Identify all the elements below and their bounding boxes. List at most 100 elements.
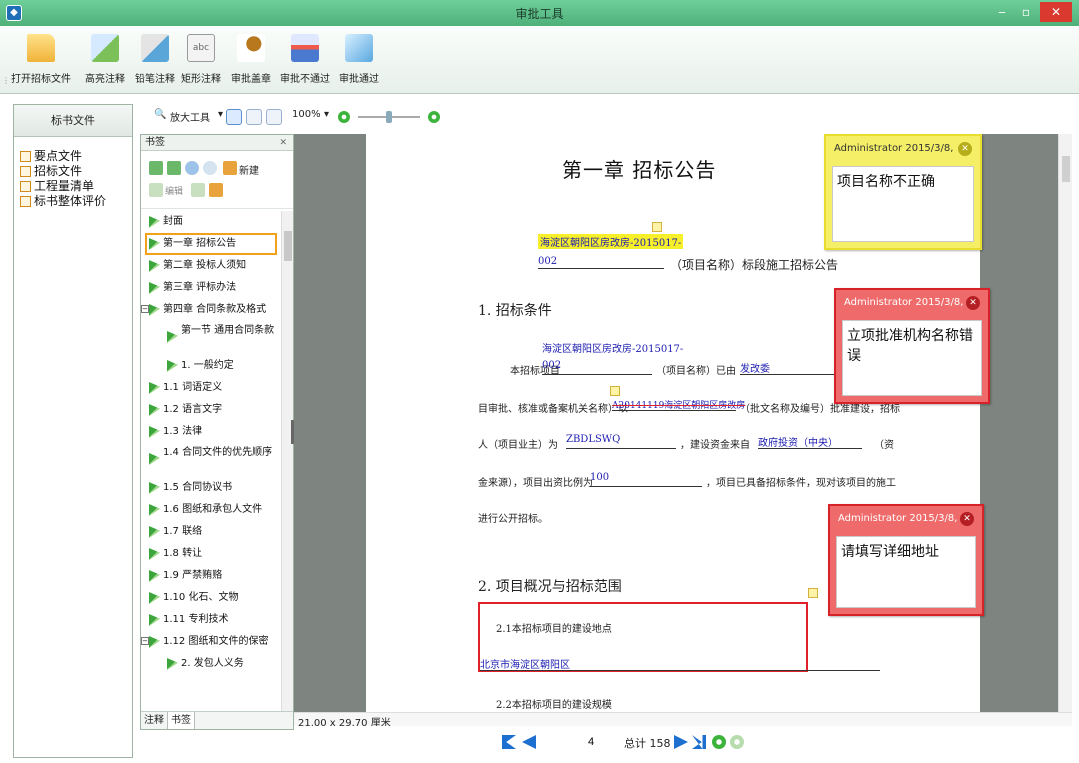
move-bookmark-icon[interactable] [209, 183, 223, 197]
bookmark-item[interactable]: 1.11 专利技术 [141, 609, 281, 631]
bookmark-item[interactable]: 封面 [141, 211, 281, 233]
back-icon[interactable] [712, 735, 726, 749]
highlighted-project-name[interactable]: 海淀区朝阳区房改房-2015017- [538, 234, 684, 249]
annotation-text[interactable]: 项目名称不正确 [832, 166, 974, 242]
bookmark-item[interactable]: 第二章 投标人须知 [141, 255, 281, 277]
annotation-popup[interactable]: Administrator 2015/3/8, 17:... ✕ 请填写详细地址 [828, 504, 984, 616]
chevron-down-icon[interactable]: ▾ [218, 109, 223, 120]
tab-bookmarks[interactable]: 书签 [168, 712, 195, 729]
title-suffix: （项目名称）标段施工招标公告 [670, 258, 839, 272]
bookmark-item[interactable]: 1.3 法律 [141, 421, 281, 443]
annotation-header: Administrator 2015/3/8, 17:... [834, 143, 954, 180]
scrollbar-thumb[interactable] [1062, 156, 1070, 182]
bookmark-item[interactable]: 1.7 联络 [141, 521, 281, 543]
note-icon[interactable] [808, 588, 818, 598]
close-icon[interactable]: ✕ [958, 142, 972, 156]
close-icon[interactable]: ✕ [279, 135, 287, 151]
tree-item-bill-of-quantities[interactable]: 工程量清单 [14, 179, 132, 194]
scrollbar-thumb[interactable] [284, 231, 292, 261]
bookmark-scrollbar[interactable] [281, 211, 293, 711]
search-icon[interactable] [185, 161, 199, 175]
zoom-in-icon[interactable] [428, 111, 440, 123]
zoom-icon[interactable]: 🔍 [154, 109, 166, 120]
forward-icon[interactable] [730, 735, 744, 749]
approver-field: 发改委 [740, 364, 770, 375]
search-next-icon[interactable] [203, 161, 217, 175]
bookmark-icon [149, 482, 160, 494]
chevron-down-icon[interactable]: ▾ [324, 109, 329, 120]
bookmark-item[interactable]: 1.6 图纸和承包人文件 [141, 499, 281, 521]
actual-size-icon[interactable] [266, 109, 282, 125]
bookmark-label: 1.6 图纸和承包人文件 [163, 504, 263, 515]
bid-files-panel: 标书文件 要点文件 招标文件 工程量清单 标书整体评价 [13, 104, 133, 758]
annotation-popup[interactable]: Administrator 2015/3/8, 17:... ✕ 项目名称不正确 [824, 134, 982, 250]
bookmark-item[interactable]: 1.1 词语定义 [141, 377, 281, 399]
bookmark-item[interactable]: 1.4 合同文件的优先顺序 [141, 443, 281, 477]
fit-width-icon[interactable] [246, 109, 262, 125]
zoom-tool-dropdown[interactable]: 放大工具 [170, 109, 210, 124]
approve-button[interactable]: 审批通过 [334, 34, 384, 85]
maximize-button[interactable]: ▫ [1014, 2, 1038, 22]
bookmark-icon [149, 453, 160, 465]
new-bookmark-label[interactable]: 新建 [239, 162, 259, 177]
bookmark-item[interactable]: 1.10 化石、文物 [141, 587, 281, 609]
note-icon[interactable] [652, 222, 662, 232]
new-bookmark-icon[interactable] [223, 161, 237, 175]
note-icon[interactable] [610, 386, 620, 396]
tab-annotations[interactable]: 注释 [141, 712, 168, 729]
bookmark-item[interactable]: 第一节 通用合同条款 [141, 321, 281, 355]
previous-page-icon[interactable] [522, 735, 536, 749]
approval-stamp-button[interactable]: 审批盖章 [226, 34, 276, 85]
zoom-level[interactable]: 100% [292, 109, 321, 120]
bookmark-label: 1.2 语言文字 [163, 404, 223, 415]
collapse-toggle-icon[interactable]: − [141, 637, 149, 645]
page-number-input[interactable] [566, 732, 616, 752]
zoom-out-icon[interactable] [338, 111, 350, 123]
close-button[interactable]: ✕ [1040, 2, 1072, 22]
highlight-annotation-button[interactable]: 高亮注释 [80, 34, 130, 85]
document-vertical-scrollbar[interactable] [1058, 134, 1072, 712]
tree-item-key-docs[interactable]: 要点文件 [14, 149, 132, 164]
tree-item-label: 标书整体评价 [34, 194, 107, 208]
collapse-all-icon[interactable] [167, 161, 181, 175]
annotation-text[interactable]: 请填写详细地址 [836, 536, 976, 608]
viewer-toolbar: 🔍 放大工具 ▾ 100% ▾ [140, 104, 1070, 132]
bookmark-item[interactable]: 1.5 合同协议书 [141, 477, 281, 499]
tree-item-overall-evaluation[interactable]: 标书整体评价 [14, 194, 132, 209]
edit-icon[interactable] [149, 183, 163, 197]
bookmark-label: 1. 一般约定 [181, 360, 234, 371]
last-page-icon[interactable] [692, 735, 706, 749]
fit-page-icon[interactable] [226, 109, 242, 125]
panel-tabs: 注释 书签 [141, 711, 293, 729]
annotation-text[interactable]: 立项批准机构名称错误 [842, 320, 982, 396]
bookmark-item[interactable]: 1.8 转让 [141, 543, 281, 565]
pencil-annotation-button[interactable]: 铅笔注释 [130, 34, 180, 85]
close-icon[interactable]: ✕ [960, 512, 974, 526]
minimize-button[interactable]: ‒ [990, 2, 1014, 22]
edit-label[interactable]: 编辑 [165, 184, 183, 197]
document-horizontal-scrollbar[interactable]: 21.00 x 29.70 厘米 [294, 712, 1072, 729]
bookmark-item[interactable]: 1.9 严禁贿赂 [141, 565, 281, 587]
close-icon[interactable]: ✕ [966, 296, 980, 310]
first-page-icon[interactable] [502, 735, 516, 749]
bookmark-item[interactable]: 1.2 语言文字 [141, 399, 281, 421]
bookmark-item[interactable]: 1. 一般约定 [141, 355, 281, 377]
rect-annotation-button[interactable]: abc 矩形注释 [176, 34, 226, 85]
delete-bookmark-icon[interactable] [191, 183, 205, 197]
annotation-popup[interactable]: Administrator 2015/3/8, 17:... ✕ 立项批准机构名… [834, 288, 990, 404]
bookmark-item[interactable]: − 第四章 合同条款及格式 [141, 299, 281, 321]
next-page-icon[interactable] [674, 735, 688, 749]
collapse-toggle-icon[interactable]: − [141, 305, 149, 313]
bookmark-item[interactable]: 2. 发包人义务 [141, 653, 281, 675]
bookmark-item[interactable]: 第三章 评标办法 [141, 277, 281, 299]
tree-item-tender-docs[interactable]: 招标文件 [14, 164, 132, 179]
underline [542, 374, 652, 375]
approval-stamp-label: 审批盖章 [231, 74, 271, 85]
open-bid-file-button[interactable]: 打开招标文件 [8, 34, 74, 85]
document-icon [20, 151, 31, 162]
zoom-slider-thumb[interactable] [386, 111, 392, 123]
expand-all-icon[interactable] [149, 161, 163, 175]
bookmark-item[interactable]: − 1.12 图纸和文件的保密 [141, 631, 281, 653]
bookmark-item-selected[interactable]: 第一章 招标公告 [145, 233, 277, 255]
reject-button[interactable]: 审批不通过 [276, 34, 334, 85]
